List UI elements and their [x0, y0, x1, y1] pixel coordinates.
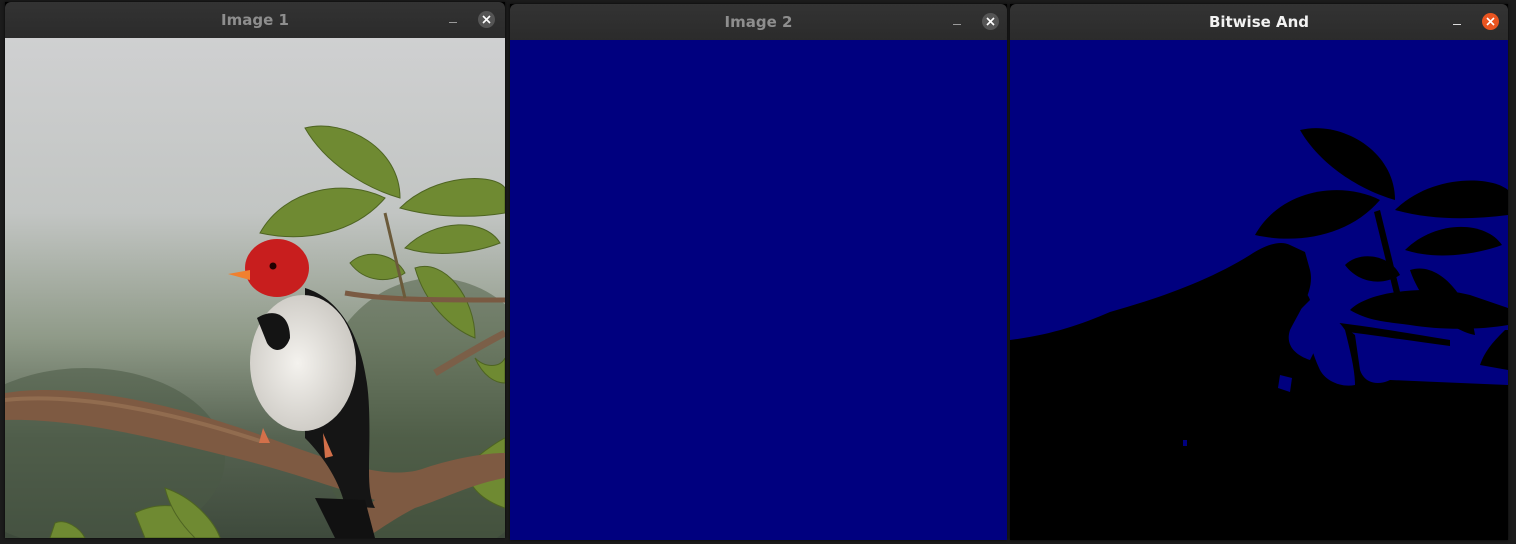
window-title: Bitwise And — [1208, 13, 1310, 31]
titlebar[interactable]: Image 2 — [510, 4, 1007, 41]
window-bitwise-and[interactable]: Bitwise And — [1010, 4, 1508, 540]
titlebar[interactable]: Bitwise And — [1010, 4, 1508, 41]
image-canvas — [1010, 40, 1508, 540]
minimize-icon[interactable] — [443, 10, 463, 30]
window-title: Image 2 — [724, 13, 793, 31]
bird-photo — [5, 38, 505, 538]
window-title: Image 1 — [221, 11, 289, 29]
bitwise-and-result — [1010, 40, 1508, 540]
desktop: Image 1 Image 2 Bitwise And — [0, 0, 1516, 544]
minimize-icon[interactable] — [947, 12, 967, 32]
image-canvas — [5, 38, 505, 538]
window-image-2[interactable]: Image 2 — [510, 4, 1007, 540]
window-image-1[interactable]: Image 1 — [5, 2, 505, 538]
titlebar[interactable]: Image 1 — [5, 2, 505, 39]
close-icon[interactable] — [982, 13, 999, 30]
image-canvas — [510, 40, 1007, 540]
close-icon[interactable] — [1482, 13, 1499, 30]
minimize-icon[interactable] — [1447, 12, 1467, 32]
close-icon[interactable] — [478, 11, 495, 28]
